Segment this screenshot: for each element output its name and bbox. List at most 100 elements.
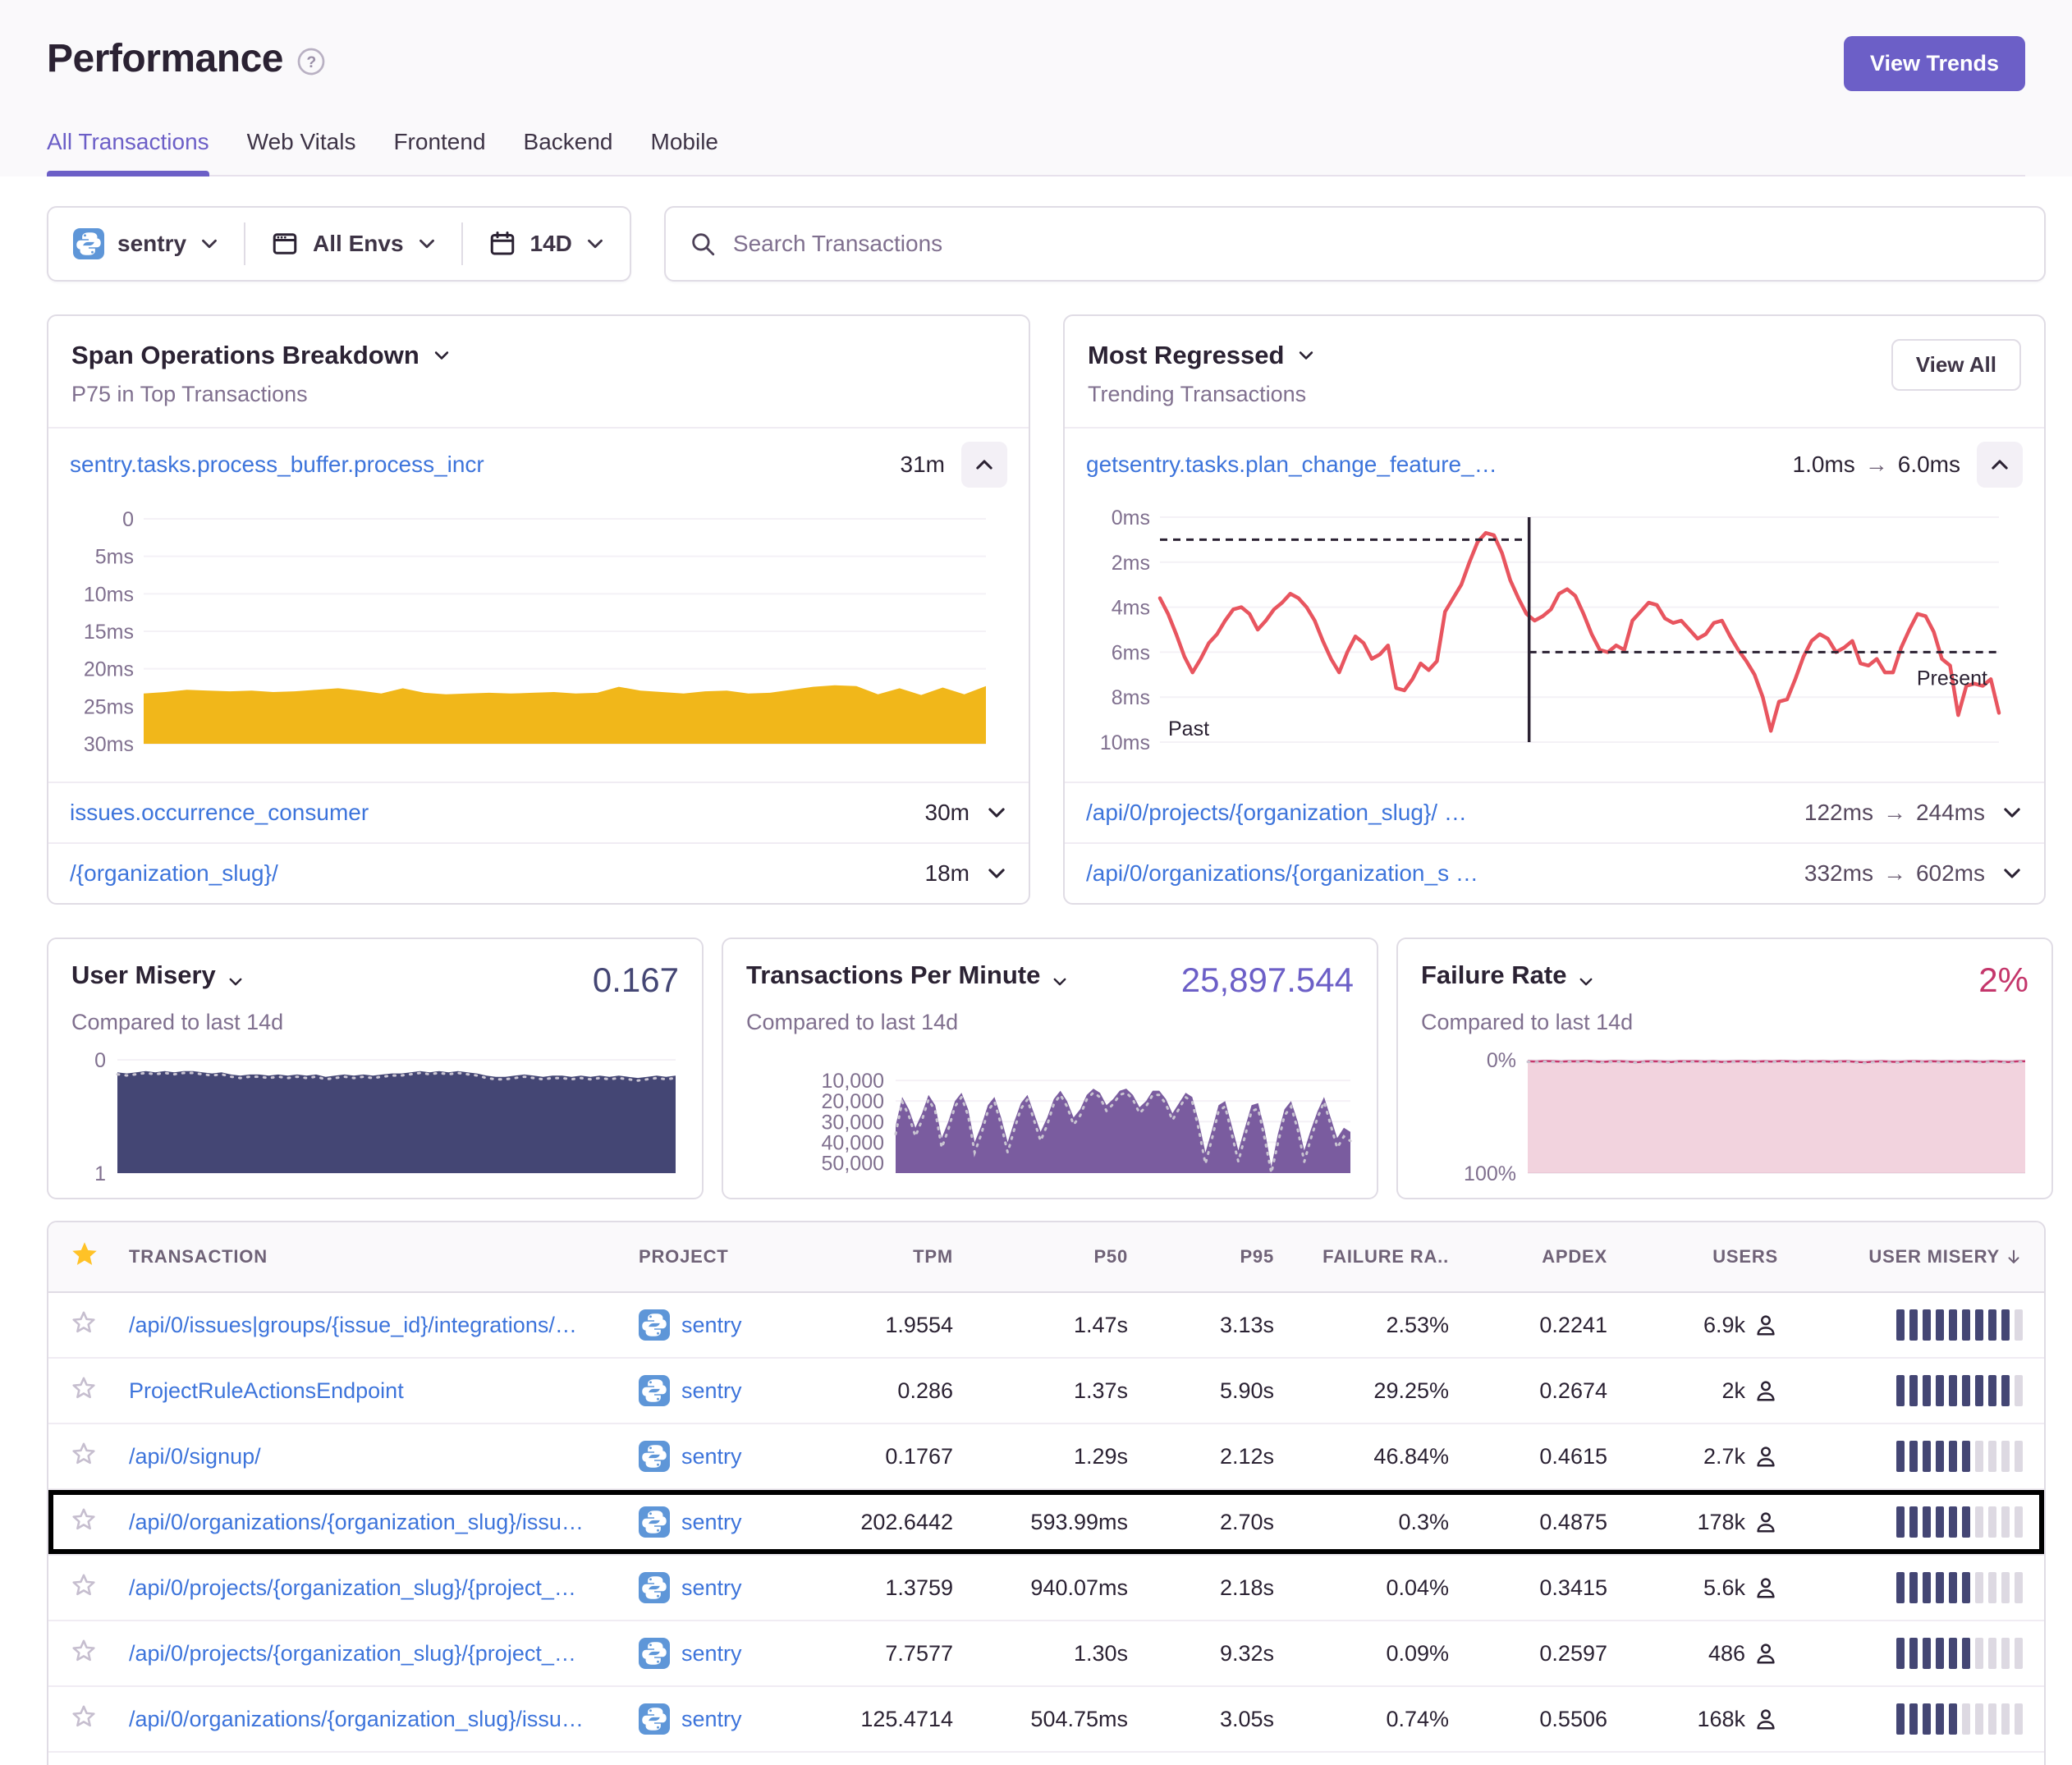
transaction-link[interactable]: /api/0/projects/{organization_slug}/{pro… (129, 1575, 632, 1601)
most-regressed-title: Most Regressed (1088, 341, 1284, 370)
column-header-project[interactable]: PROJECT (639, 1246, 807, 1268)
project-link[interactable]: sentry (681, 1641, 742, 1666)
most-regressed-chart: 0ms2ms4ms6ms8ms10msPastPresent (1065, 501, 2044, 782)
apdex-cell: 0.2241 (1455, 1313, 1607, 1338)
user-misery-dropdown[interactable]: User Misery (71, 960, 244, 990)
span-ops-subtitle: P75 in Top Transactions (71, 382, 1006, 407)
star-icon[interactable] (70, 1374, 98, 1402)
project-link[interactable]: sentry (681, 1575, 742, 1601)
span-op-link[interactable]: /{organization_slug}/ (70, 860, 278, 887)
filter-row: sentry All Envs 14D (47, 206, 2046, 282)
regression-from-value: 122ms (1804, 800, 1873, 826)
tab-frontend[interactable]: Frontend (393, 129, 485, 175)
svg-text:10ms: 10ms (84, 583, 134, 606)
chevron-down-icon (1578, 967, 1594, 983)
column-header-users[interactable]: USERS (1614, 1246, 1778, 1268)
tpm-cell: 1.3759 (814, 1575, 953, 1601)
user-icon (1753, 1707, 1778, 1731)
failure-rate-dropdown[interactable]: Failure Rate (1421, 960, 1594, 990)
column-header-failure[interactable]: FAILURE RA.. (1281, 1246, 1449, 1268)
transaction-link[interactable]: ProjectRuleActionsEndpoint (129, 1378, 632, 1404)
column-header-transaction[interactable]: TRANSACTION (129, 1246, 632, 1268)
table-row[interactable]: /api/0/organizations/{organization_slug}… (48, 1490, 2044, 1556)
project-link[interactable]: sentry (681, 1444, 742, 1469)
transaction-link[interactable]: /api/0/issues|groups/{issue_id}/integrat… (129, 1313, 632, 1338)
chevron-down-icon[interactable] (2001, 802, 2023, 823)
tab-mobile[interactable]: Mobile (651, 129, 718, 175)
apdex-cell: 0.4875 (1455, 1510, 1607, 1535)
project-filter[interactable]: sentry (48, 228, 244, 259)
star-icon[interactable] (70, 1506, 98, 1533)
tpm-dropdown[interactable]: Transactions Per Minute (746, 960, 1068, 990)
most-regressed-title-dropdown[interactable]: Most Regressed (1088, 341, 2021, 370)
tpm-subtitle: Compared to last 14d (746, 1010, 1354, 1035)
environment-filter[interactable]: All Envs (245, 229, 461, 259)
regressed-transaction-link[interactable]: /api/0/organizations/{organization_s … (1086, 860, 1478, 887)
column-header-apdex[interactable]: APDEX (1455, 1246, 1607, 1268)
apdex-cell: 0.5506 (1455, 1707, 1607, 1732)
svg-text:20,000: 20,000 (822, 1090, 884, 1113)
view-all-button[interactable]: View All (1891, 339, 2021, 391)
column-header-p95[interactable]: P95 (1135, 1246, 1274, 1268)
regressed-transaction-link[interactable]: getsentry.tasks.plan_change_feature_… (1086, 452, 1497, 478)
tpm-card: Transactions Per Minute 25,897.544 Compa… (722, 938, 1378, 1199)
date-range-filter[interactable]: 14D (463, 229, 630, 259)
transaction-link[interactable]: /api/0/organizations/{organization_slug}… (129, 1510, 632, 1535)
python-project-icon (639, 1441, 670, 1472)
tab-web-vitals[interactable]: Web Vitals (247, 129, 356, 175)
user-misery-bars (1785, 1506, 2023, 1538)
column-header-tpm[interactable]: TPM (814, 1246, 953, 1268)
transaction-link[interactable]: /api/0/organizations/{organization_slug}… (129, 1707, 632, 1732)
column-header-misery[interactable]: USER MISERY (1868, 1246, 2000, 1268)
star-filled-icon[interactable] (70, 1240, 99, 1269)
star-icon[interactable] (70, 1571, 98, 1599)
view-trends-button[interactable]: View Trends (1844, 36, 2025, 91)
search-bar[interactable] (664, 206, 2046, 282)
column-header-p50[interactable]: P50 (960, 1246, 1128, 1268)
span-op-row: issues.occurrence_consumer 30m (48, 782, 1029, 842)
python-project-icon (639, 1572, 670, 1603)
span-op-link[interactable]: sentry.tasks.process_buffer.process_incr (70, 452, 484, 478)
span-op-value: 18m (925, 860, 970, 887)
collapse-button[interactable] (1977, 442, 2023, 488)
table-row[interactable]: /api/0/issues|groups/{issue_id}/integrat… (48, 1293, 2044, 1359)
project-link[interactable]: sentry (681, 1707, 742, 1732)
tpm-cell: 125.4714 (814, 1707, 953, 1732)
arrow-right-icon: → (1883, 860, 1906, 887)
calendar-icon (488, 229, 517, 259)
collapse-button[interactable] (961, 442, 1007, 488)
failure-rate-cell: 0.74% (1281, 1707, 1449, 1732)
chevron-down-icon[interactable] (986, 863, 1007, 884)
star-icon[interactable] (70, 1637, 98, 1665)
transaction-link[interactable]: /api/0/projects/{organization_slug}/{pro… (129, 1641, 632, 1666)
environment-icon (270, 229, 300, 259)
table-row[interactable]: /api/0/projects/{organization_slug}/{pro… (48, 1556, 2044, 1621)
table-row[interactable]: /api/0/signup/ sentry 0.1767 1.29s 2.12s… (48, 1424, 2044, 1490)
star-icon[interactable] (70, 1703, 98, 1731)
chevron-up-icon (1989, 454, 2010, 475)
svg-text:0%: 0% (1487, 1049, 1516, 1072)
span-ops-title-dropdown[interactable]: Span Operations Breakdown (71, 341, 1006, 370)
user-misery-title: User Misery (71, 960, 216, 990)
chevron-down-icon[interactable] (986, 802, 1007, 823)
table-row[interactable]: /api/0/organizations/{organization_slug}… (48, 1687, 2044, 1753)
table-row[interactable]: /api/0/projects/{organization_slug}/{pro… (48, 1621, 2044, 1687)
search-input[interactable] (733, 231, 2021, 257)
span-op-link[interactable]: issues.occurrence_consumer (70, 800, 369, 826)
tab-backend[interactable]: Backend (524, 129, 613, 175)
chevron-down-icon (227, 967, 244, 983)
chevron-down-icon[interactable] (2001, 863, 2023, 884)
table-row[interactable]: ProjectRuleActionsEndpoint sentry 0.286 … (48, 1359, 2044, 1424)
svg-text:40,000: 40,000 (822, 1131, 884, 1154)
star-icon[interactable] (70, 1309, 98, 1336)
project-link[interactable]: sentry (681, 1510, 742, 1535)
regressed-transaction-link[interactable]: /api/0/projects/{organization_slug}/ … (1086, 800, 1467, 826)
project-link[interactable]: sentry (681, 1378, 742, 1404)
project-link[interactable]: sentry (681, 1313, 742, 1338)
table-row-partial[interactable] (48, 1753, 2044, 1765)
star-icon[interactable] (70, 1440, 98, 1468)
transaction-link[interactable]: /api/0/signup/ (129, 1444, 632, 1469)
help-icon[interactable]: ? (296, 47, 326, 76)
tab-all-transactions[interactable]: All Transactions (47, 129, 209, 175)
regression-to-value: 6.0ms (1898, 452, 1960, 478)
